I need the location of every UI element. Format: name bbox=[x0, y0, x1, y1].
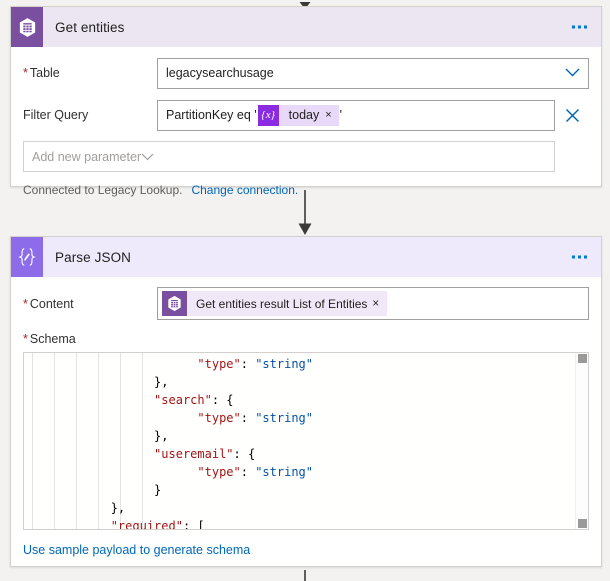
schema-code-line: "required": [ bbox=[24, 517, 575, 529]
schema-code-token: "string" bbox=[255, 411, 313, 425]
dynamic-content-token-today[interactable]: {x} today × bbox=[257, 104, 339, 126]
filter-query-suffix: ' bbox=[339, 108, 343, 122]
schema-code-line: "type": "string" bbox=[24, 355, 575, 373]
parse-json-more-menu[interactable] bbox=[568, 252, 591, 263]
connection-info-row: Connected to Legacy Lookup. Change conne… bbox=[23, 183, 589, 197]
schema-code-token: : { bbox=[233, 447, 256, 461]
schema-code-line: "type": "string" bbox=[24, 463, 575, 481]
required-indicator: * bbox=[23, 296, 28, 311]
table-dropdown[interactable]: legacysearchusage bbox=[157, 57, 589, 89]
add-new-parameter-dropdown[interactable]: Add new parameter bbox=[23, 141, 555, 172]
scrollbar-thumb-bottom[interactable] bbox=[578, 519, 587, 528]
get-entities-more-menu[interactable] bbox=[568, 22, 591, 33]
required-indicator: * bbox=[23, 66, 28, 80]
schema-code-token: "string" bbox=[255, 357, 313, 371]
parse-json-icon bbox=[11, 237, 43, 277]
schema-code-line: "type": "string" bbox=[24, 409, 575, 427]
get-entities-body: * Table legacysearchusage Filter Query P… bbox=[11, 57, 601, 207]
expression-badge-icon: {x} bbox=[257, 104, 279, 126]
parse-json-title: Parse JSON bbox=[55, 249, 132, 265]
schema-code-token: } bbox=[154, 483, 162, 497]
content-field-control: Get entities result List of Entities × bbox=[157, 287, 589, 320]
schema-field-label: * Schema bbox=[23, 332, 76, 346]
dynamic-content-token-get-entities-result[interactable]: Get entities result List of Entities × bbox=[162, 291, 388, 316]
connector-bottom bbox=[0, 570, 610, 581]
schema-code-token: "required" bbox=[110, 519, 183, 529]
dot bbox=[572, 25, 575, 29]
token-remove-icon[interactable]: × bbox=[372, 298, 387, 310]
schema-code-token: : bbox=[240, 465, 256, 479]
parse-json-header[interactable]: Parse JSON bbox=[11, 237, 601, 277]
schema-code-token: }, bbox=[154, 375, 169, 389]
schema-code-line: }, bbox=[24, 427, 575, 445]
connection-status-text: Connected to Legacy Lookup. bbox=[23, 183, 183, 197]
schema-code-token: "useremail" bbox=[154, 447, 234, 461]
schema-code-token: "search" bbox=[154, 393, 212, 407]
schema-code-line: "useremail": { bbox=[24, 445, 575, 463]
flow-designer-canvas: Get entities * Table legacysearchusage F… bbox=[0, 0, 610, 581]
schema-code-token: : [ bbox=[182, 519, 205, 529]
schema-code-token: : bbox=[240, 411, 256, 425]
parse-json-body: * Content Get entities result List of En… bbox=[11, 287, 601, 569]
schema-code-token: : { bbox=[211, 393, 234, 407]
azure-table-storage-icon bbox=[11, 7, 43, 47]
table-field-row: * Table legacysearchusage bbox=[23, 57, 589, 89]
get-entities-title: Get entities bbox=[55, 19, 125, 35]
dot bbox=[584, 25, 587, 29]
chevron-down-icon[interactable] bbox=[565, 66, 580, 80]
filter-query-field-row: Filter Query PartitionKey eq ' {x} today… bbox=[23, 99, 589, 131]
get-entities-header[interactable]: Get entities bbox=[11, 7, 601, 47]
token-label: Get entities result List of Entities bbox=[196, 296, 368, 311]
add-new-parameter-placeholder: Add new parameter bbox=[32, 149, 142, 164]
schema-code-line: } bbox=[24, 481, 575, 499]
parse-json-card[interactable]: Parse JSON * Content Get entities result… bbox=[10, 236, 602, 567]
table-field-control: legacysearchusage bbox=[157, 57, 589, 89]
generate-schema-link[interactable]: Use sample payload to generate schema bbox=[23, 543, 250, 557]
schema-code-token: }, bbox=[154, 429, 169, 443]
filter-query-field-label: Filter Query bbox=[23, 108, 89, 122]
azure-table-storage-icon bbox=[162, 291, 187, 316]
schema-code-token: "type" bbox=[197, 411, 241, 425]
schema-code-token: "type" bbox=[197, 357, 241, 371]
token-remove-icon[interactable]: × bbox=[325, 109, 338, 121]
content-field-row: * Content Get entities result List of En… bbox=[23, 287, 589, 320]
dot bbox=[578, 25, 581, 29]
dot bbox=[578, 255, 581, 259]
dot bbox=[572, 255, 575, 259]
scrollbar-thumb-top[interactable] bbox=[578, 354, 587, 363]
token-label: today bbox=[288, 108, 320, 122]
schema-code-line: }, bbox=[24, 499, 575, 517]
schema-code-token: "string" bbox=[255, 465, 313, 479]
dot bbox=[584, 255, 587, 259]
table-value: legacysearchusage bbox=[166, 66, 274, 80]
filter-query-field-control: PartitionKey eq ' {x} today × ' bbox=[157, 99, 555, 131]
schema-code-token: : bbox=[240, 357, 256, 371]
schema-vertical-scrollbar[interactable] bbox=[575, 353, 588, 529]
chevron-down-icon[interactable] bbox=[141, 150, 154, 164]
required-indicator: * bbox=[23, 332, 28, 346]
get-entities-card[interactable]: Get entities * Table legacysearchusage F… bbox=[10, 6, 602, 197]
filter-query-clear-button[interactable] bbox=[555, 108, 589, 123]
content-input[interactable]: Get entities result List of Entities × bbox=[157, 287, 589, 320]
filter-query-prefix: PartitionKey eq ' bbox=[166, 108, 257, 122]
schema-code-line: "search": { bbox=[24, 391, 575, 409]
schema-code-token: }, bbox=[110, 501, 126, 515]
table-field-label: * Table bbox=[23, 66, 60, 80]
change-connection-link[interactable]: Change connection. bbox=[191, 183, 298, 197]
content-field-label: * Content bbox=[23, 296, 74, 311]
schema-code-editor[interactable]: "type": "string" }, "search": { "type": … bbox=[23, 352, 589, 530]
filter-query-input[interactable]: PartitionKey eq ' {x} today × ' bbox=[157, 99, 555, 131]
schema-code-content[interactable]: "type": "string" }, "search": { "type": … bbox=[24, 353, 575, 529]
schema-code-line: }, bbox=[24, 373, 575, 391]
schema-code-token: "type" bbox=[197, 465, 241, 479]
